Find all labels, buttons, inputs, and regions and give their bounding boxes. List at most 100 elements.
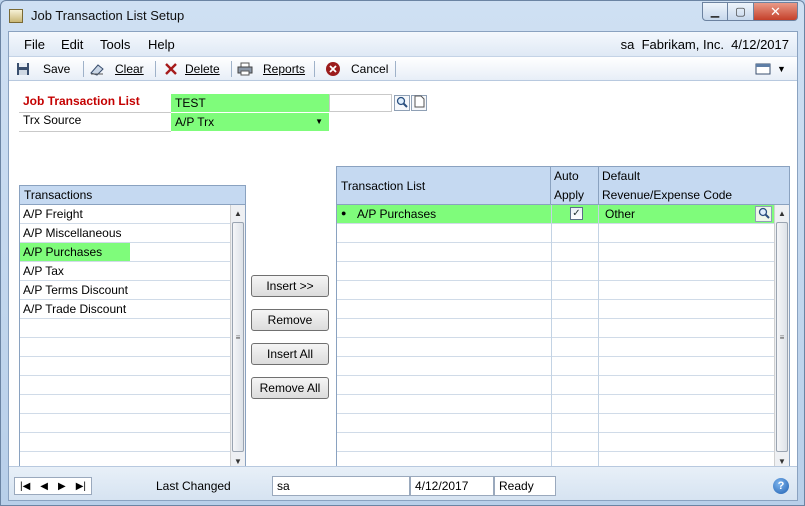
menu-tools[interactable]: Tools: [100, 37, 130, 52]
transactions-grid: Transactions A/P Freight A/P Miscellaneo…: [19, 185, 246, 472]
close-button[interactable]: ✕: [754, 2, 798, 21]
job-list-label-box: Job Transaction List: [19, 94, 171, 113]
trx-source-label-box: Trx Source: [19, 113, 171, 132]
scroll-up-icon[interactable]: ▲: [775, 207, 789, 221]
selected-item-label: A/P Purchases: [20, 243, 130, 261]
menu-edit[interactable]: Edit: [61, 37, 83, 52]
col-default-code: Default Revenue/Expense Code: [602, 169, 733, 202]
window-options-button[interactable]: ▼: [755, 60, 786, 78]
menu-file[interactable]: File: [24, 37, 45, 52]
list-item[interactable]: [20, 433, 230, 452]
list-item[interactable]: [20, 338, 230, 357]
transactions-rows: A/P Freight A/P Miscellaneous A/P Purcha…: [20, 205, 230, 471]
auto-apply-cell: ✓: [551, 205, 599, 224]
reports-button[interactable]: Reports: [237, 60, 305, 78]
scroll-thumb[interactable]: ≡: [776, 222, 788, 452]
save-button[interactable]: Save: [15, 60, 70, 78]
row-transaction-name: A/P Purchases: [357, 207, 437, 221]
transaction-list-rows: ● A/P Purchases ✓ Other: [337, 205, 774, 471]
list-item[interactable]: [20, 414, 230, 433]
eraser-icon: [89, 61, 105, 77]
column-divider: [551, 224, 599, 471]
record-navigator: |◀ ◀ ▶ ▶|: [14, 477, 92, 495]
list-item[interactable]: [20, 376, 230, 395]
scroll-thumb[interactable]: ≡: [232, 222, 244, 452]
list-item[interactable]: A/P Terms Discount: [20, 281, 230, 300]
job-list-label: Job Transaction List: [23, 94, 140, 108]
printer-icon: [237, 61, 253, 77]
toolbar-separator: [395, 61, 396, 77]
transaction-list-scrollbar[interactable]: ▲ ≡ ▼: [774, 205, 789, 471]
job-list-input-extension[interactable]: [329, 94, 392, 112]
dropdown-arrow-icon: ▼: [315, 117, 323, 126]
insert-all-button[interactable]: Insert All: [251, 343, 329, 365]
transaction-list-grid: Transaction List Auto Apply Default Reve…: [336, 166, 790, 472]
lookup-button[interactable]: [394, 95, 410, 111]
last-changed-label: Last Changed: [156, 479, 231, 493]
status-date: 4/12/2017: [410, 476, 494, 496]
previous-record-icon[interactable]: ◀: [40, 481, 48, 492]
list-item[interactable]: [20, 357, 230, 376]
toolbar-separator: [155, 61, 156, 77]
maximize-button[interactable]: ▢: [728, 2, 754, 21]
status-user: sa: [272, 476, 410, 496]
code-lookup-button[interactable]: [755, 206, 772, 222]
list-item[interactable]: A/P Freight: [20, 205, 230, 224]
window-options-icon: [755, 61, 771, 77]
toolbar-separator: [83, 61, 84, 77]
trx-source-label: Trx Source: [23, 113, 82, 127]
cancel-button[interactable]: Cancel: [325, 60, 388, 78]
job-list-input[interactable]: TEST: [171, 94, 329, 112]
trx-source-select[interactable]: A/P Trx ▼: [171, 113, 329, 131]
magnifier-icon: [758, 207, 770, 222]
cancel-icon: [325, 61, 341, 77]
next-record-icon[interactable]: ▶: [58, 481, 66, 492]
menu-bar: File Edit Tools Help sa Fabrikam, Inc. 4…: [9, 32, 797, 57]
maximize-icon: ▢: [735, 6, 746, 18]
status-state: Ready: [494, 476, 556, 496]
transactions-scrollbar[interactable]: ▲ ≡ ▼: [230, 205, 245, 471]
toolbar: Save Clear Delete Reports Cancel ▼: [9, 57, 797, 81]
remove-button[interactable]: Remove: [251, 309, 329, 331]
first-record-icon[interactable]: |◀: [20, 481, 30, 492]
list-item[interactable]: A/P Trade Discount: [20, 300, 230, 319]
minimize-button[interactable]: ▁: [702, 2, 728, 21]
delete-x-icon: [163, 61, 179, 77]
transaction-list-header: Transaction List Auto Apply Default Reve…: [337, 167, 789, 205]
list-item[interactable]: [20, 395, 230, 414]
close-icon: ✕: [770, 3, 781, 19]
toolbar-separator: [314, 61, 315, 77]
clear-button[interactable]: Clear: [89, 60, 144, 78]
col-transaction-list: Transaction List: [337, 167, 551, 205]
title-bar: Job Transaction List Setup ▁ ▢ ✕: [1, 1, 804, 31]
row-selected-indicator: ●: [341, 208, 347, 218]
save-icon: [15, 61, 31, 77]
col-auto-apply: Auto Apply: [551, 167, 599, 205]
transactions-header: Transactions: [20, 186, 245, 205]
last-record-icon[interactable]: ▶|: [76, 481, 86, 492]
minimize-icon: ▁: [710, 6, 720, 18]
magnifier-icon: [396, 96, 408, 111]
chevron-down-icon: ▼: [777, 64, 786, 74]
help-icon[interactable]: ?: [773, 478, 789, 494]
window-title: Job Transaction List Setup: [31, 8, 185, 23]
list-item[interactable]: [20, 319, 230, 338]
window-controls: ▁ ▢ ✕: [702, 2, 798, 21]
table-row-selected[interactable]: ● A/P Purchases ✓ Other: [337, 205, 774, 224]
auto-apply-checkbox[interactable]: ✓: [570, 207, 583, 220]
list-item[interactable]: A/P Miscellaneous: [20, 224, 230, 243]
delete-button[interactable]: Delete: [163, 60, 220, 78]
list-item[interactable]: A/P Tax: [20, 262, 230, 281]
row-revenue-code: Other: [605, 207, 636, 221]
remove-all-button[interactable]: Remove All: [251, 377, 329, 399]
note-icon: [414, 95, 425, 111]
trx-source-value: A/P Trx: [175, 115, 215, 129]
insert-button[interactable]: Insert >>: [251, 275, 329, 297]
scroll-up-icon[interactable]: ▲: [231, 207, 245, 221]
company-info: sa Fabrikam, Inc. 4/12/2017: [620, 37, 789, 52]
new-note-button[interactable]: [411, 95, 427, 111]
app-icon: [9, 9, 23, 23]
form-area: Job Transaction List TEST Trx Source A/P…: [9, 81, 797, 472]
list-item-selected[interactable]: A/P Purchases: [20, 243, 230, 262]
menu-help[interactable]: Help: [148, 37, 175, 52]
